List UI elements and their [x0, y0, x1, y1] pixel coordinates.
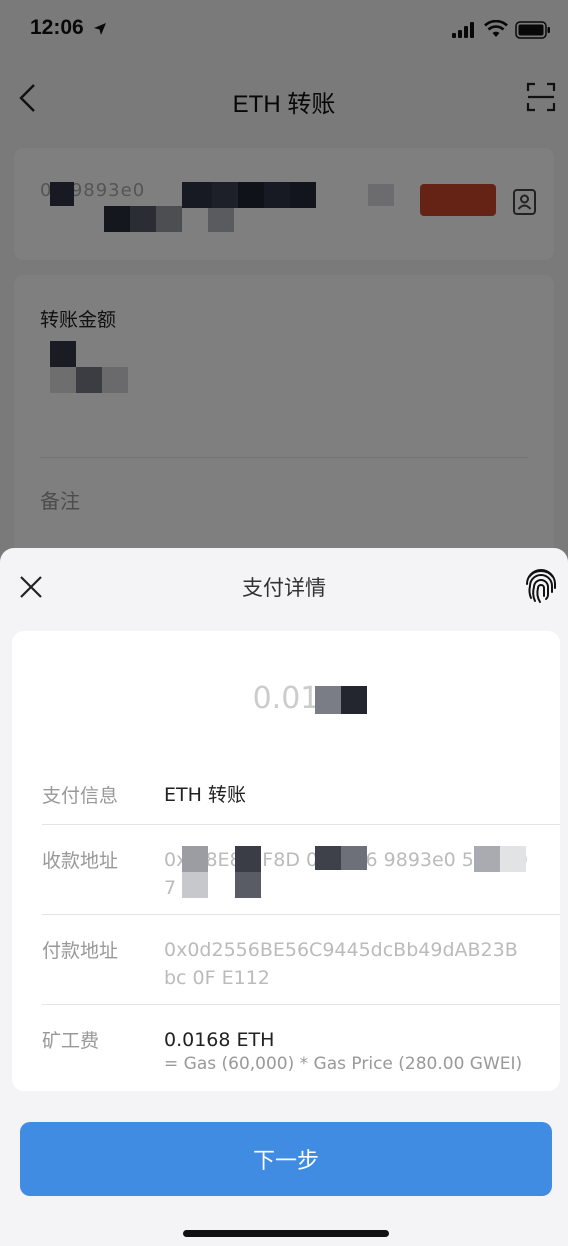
payment-details-sheet: 支付详情 0.01 支付信息 ETH 转账 收款地址 0x 98E8D F8D …: [0, 548, 568, 1246]
sending-address-value: 0x0d2556BE56C9445dcBb49dAB23B bc 0F E112: [164, 939, 518, 989]
pixelated-redaction: [315, 686, 341, 714]
payment-info-row: 支付信息 ETH 转账: [42, 781, 560, 821]
pixelated-redaction: [182, 872, 208, 898]
pixelated-redaction: [235, 872, 261, 898]
pixelated-redaction: [315, 846, 341, 870]
pixelated-redaction: [341, 686, 367, 714]
receiving-address-row: 收款地址 0x 98E8D F8D 0x3E86 9893e0 5 c1C07: [42, 846, 560, 916]
receiving-address-label: 收款地址: [42, 850, 119, 872]
payment-info-value: ETH 转账: [164, 784, 246, 806]
pixelated-redaction: [235, 846, 261, 872]
miner-fee-label: 矿工费: [42, 1030, 100, 1052]
divider: [42, 1004, 560, 1005]
sending-address-row: 付款地址 0x0d2556BE56C9445dcBb49dAB23B bc 0F…: [42, 936, 560, 1006]
next-step-button[interactable]: 下一步: [20, 1122, 552, 1196]
payment-info-label: 支付信息: [42, 785, 119, 807]
miner-fee-formula: = Gas (60,000) * Gas Price (280.00 GWEI): [164, 1054, 523, 1074]
payment-amount: 0.01: [252, 681, 320, 716]
pixelated-redaction: [182, 846, 208, 872]
pixelated-redaction: [341, 846, 367, 870]
miner-fee-value: 0.0168 ETH: [164, 1029, 275, 1051]
sheet-header: 支付详情: [0, 548, 568, 628]
pixelated-redaction: [500, 846, 526, 872]
pixelated-redaction: [474, 846, 500, 872]
sending-address-label: 付款地址: [42, 940, 119, 962]
fingerprint-icon[interactable]: [524, 568, 558, 608]
miner-fee-row: 矿工费 0.0168 ETH = Gas (60,000) * Gas Pric…: [42, 1026, 560, 1086]
divider: [42, 914, 560, 915]
payment-detail-card: 0.01 支付信息 ETH 转账 收款地址 0x 98E8D F8D 0x3E8…: [12, 631, 560, 1091]
divider: [42, 824, 560, 825]
sheet-title: 支付详情: [242, 576, 326, 600]
home-indicator: [183, 1230, 389, 1237]
